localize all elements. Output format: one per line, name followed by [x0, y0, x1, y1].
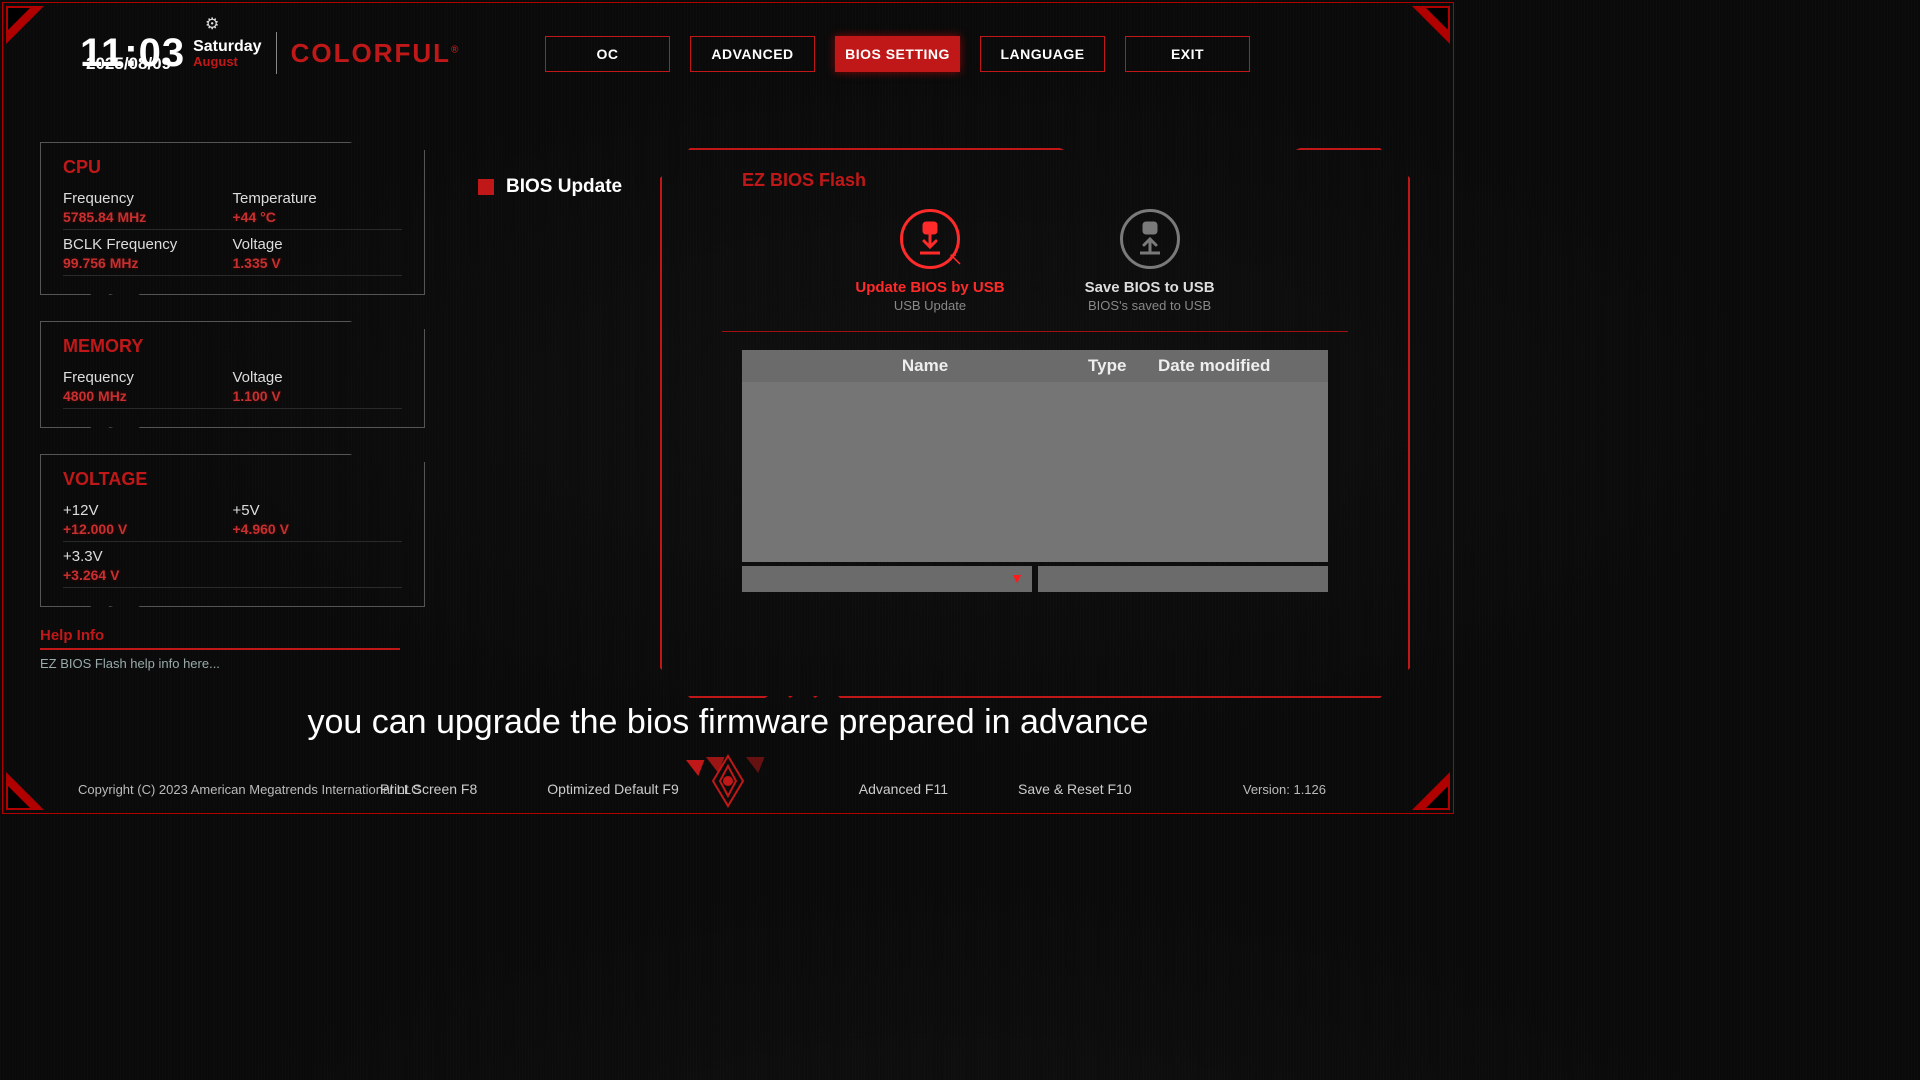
nav-language[interactable]: LANGUAGE	[980, 36, 1105, 72]
version-text: Version: 1.126	[1243, 782, 1326, 797]
voltage-panel: VOLTAGE +12V+12.000 V +5V+4.960 V +3.3V+…	[40, 454, 425, 607]
v12-label: +12V	[63, 502, 233, 519]
brand-logo: COLORFUL®	[291, 38, 461, 69]
mem-volt-label: Voltage	[233, 369, 403, 386]
upload-icon	[1120, 209, 1180, 269]
hotkey-print: Print Screen F8	[380, 781, 477, 797]
file-browser: Name Type Date modified ▼	[742, 350, 1328, 592]
update-bios-option[interactable]: ↖ Update BIOS by USB USB Update	[855, 209, 1004, 313]
v33-value: +3.264 V	[63, 565, 233, 583]
save-bios-option[interactable]: Save BIOS to USB BIOS's saved to USB	[1085, 209, 1215, 313]
download-icon: ↖	[900, 209, 960, 269]
nav-bios-setting[interactable]: BIOS SETTING	[835, 36, 960, 72]
cpu-title: CPU	[63, 157, 402, 178]
section-header: BIOS Update	[478, 176, 622, 198]
v12-value: +12.000 V	[63, 519, 233, 537]
nav-advanced[interactable]: ADVANCED	[690, 36, 815, 72]
main-panel-title: EZ BIOS Flash	[742, 170, 1368, 191]
cpu-panel: CPU Frequency5785.84 MHz Temperature+44 …	[40, 142, 425, 295]
hotkey-advanced: Advanced F11	[859, 781, 948, 797]
cpu-temp-label: Temperature	[233, 190, 403, 207]
file-path-field[interactable]: ▼	[742, 566, 1032, 592]
ez-bios-flash-panel: EZ BIOS Flash ↖ Update BIOS by USB USB U…	[660, 148, 1410, 698]
update-bios-label: Update BIOS by USB	[855, 279, 1004, 296]
v5-value: +4.960 V	[233, 519, 403, 537]
cpu-temp-value: +44 °C	[233, 207, 403, 225]
copyright-text: Copyright (C) 2023 American Megatrends I…	[78, 782, 421, 797]
top-nav: OC ADVANCED BIOS SETTING LANGUAGE EXIT	[545, 36, 1250, 72]
cpu-freq-value: 5785.84 MHz	[63, 207, 233, 225]
nav-exit[interactable]: EXIT	[1125, 36, 1250, 72]
cursor-icon: ↖	[948, 249, 963, 270]
caption-overlay: you can upgrade the bios firmware prepar…	[0, 703, 1456, 742]
mem-freq-value: 4800 MHz	[63, 386, 233, 404]
cpu-volt-value: 1.335 V	[233, 253, 403, 271]
col-type: Type	[1088, 356, 1158, 376]
gear-icon[interactable]: ⚙	[205, 14, 219, 34]
voltage-title: VOLTAGE	[63, 469, 402, 490]
section-label: BIOS Update	[506, 176, 622, 198]
cpu-bclk-label: BCLK Frequency	[63, 236, 233, 253]
clock-date: 2025/08/09	[86, 54, 171, 74]
cpu-bclk-value: 99.756 MHz	[63, 253, 233, 271]
mem-freq-label: Frequency	[63, 369, 233, 386]
footer-bar: Copyright (C) 2023 American Megatrends I…	[0, 774, 1456, 804]
hotkey-save: Save & Reset F10	[1018, 781, 1132, 797]
mem-volt-value: 1.100 V	[233, 386, 403, 404]
save-bios-label: Save BIOS to USB	[1085, 279, 1215, 296]
cpu-volt-label: Voltage	[233, 236, 403, 253]
col-name: Name	[762, 356, 1088, 376]
col-date: Date modified	[1158, 356, 1308, 376]
hotkey-default: Optimized Default F9	[547, 781, 679, 797]
memory-panel: MEMORY Frequency4800 MHz Voltage1.100 V	[40, 321, 425, 428]
memory-title: MEMORY	[63, 336, 402, 357]
file-list[interactable]	[742, 382, 1328, 562]
clock-weekday: Saturday	[193, 39, 261, 55]
cpu-freq-label: Frequency	[63, 190, 233, 207]
clock-month: August	[193, 55, 261, 68]
v5-label: +5V	[233, 502, 403, 519]
nav-oc[interactable]: OC	[545, 36, 670, 72]
update-bios-sublabel: USB Update	[855, 298, 1004, 313]
file-action-field[interactable]	[1038, 566, 1328, 592]
save-bios-sublabel: BIOS's saved to USB	[1085, 298, 1215, 313]
help-title: Help Info	[40, 627, 425, 644]
help-text: EZ BIOS Flash help info here...	[40, 656, 425, 671]
help-info: Help Info EZ BIOS Flash help info here..…	[40, 627, 425, 671]
v33-label: +3.3V	[63, 548, 233, 565]
dropdown-icon[interactable]: ▼	[1010, 570, 1024, 586]
section-marker-icon	[478, 179, 494, 195]
